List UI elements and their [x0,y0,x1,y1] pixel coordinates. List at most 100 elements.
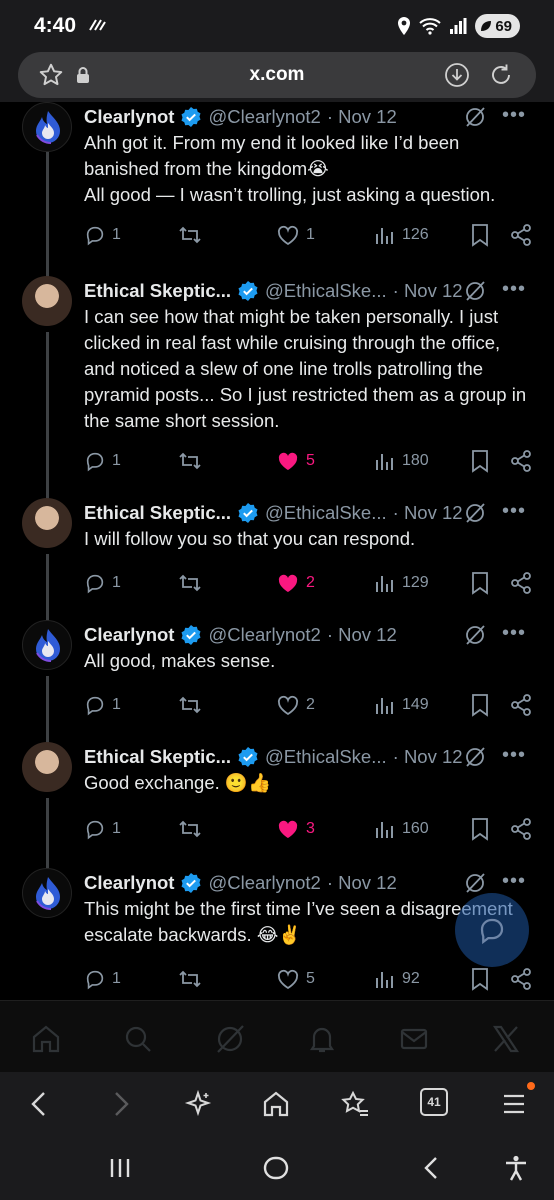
avatar[interactable] [22,498,72,548]
notifications-icon[interactable] [306,1023,338,1055]
views-button[interactable]: 126 [374,222,429,248]
post-date[interactable]: · Nov 12 [393,280,463,302]
post-date[interactable]: · Nov 12 [327,872,397,894]
heart-outline-icon [277,225,299,246]
views-button[interactable]: 180 [374,448,429,474]
reply-button[interactable]: 1 [84,816,121,842]
reload-icon[interactable] [488,62,514,88]
x-logo-icon[interactable] [490,1023,522,1055]
reply-button[interactable]: 1 [84,448,121,474]
post-actions: 1 1 126 [84,222,544,248]
bookmark-icon[interactable] [470,966,490,992]
reply-button[interactable]: 1 [84,966,121,992]
repost-button[interactable] [178,570,202,596]
views-button[interactable]: 149 [374,692,429,718]
repost-button[interactable] [178,222,202,248]
bookmarks-icon[interactable] [340,1090,370,1118]
author-name[interactable]: Ethical Skeptic... [84,746,231,768]
bookmark-icon[interactable] [470,816,490,842]
avatar[interactable] [22,742,72,792]
address-bar[interactable]: x.com [18,52,536,98]
home-icon[interactable] [30,1023,62,1055]
post-date[interactable]: · Nov 12 [393,746,463,768]
views-button[interactable]: 160 [374,816,429,842]
author-handle[interactable]: @EthicalSke... [265,746,387,768]
author-name[interactable]: Clearlynot [84,624,174,646]
more-options-icon[interactable]: ••• [502,104,526,127]
search-icon[interactable] [122,1023,154,1055]
ai-sparkle-icon[interactable] [184,1090,212,1118]
share-icon[interactable] [510,222,532,248]
share-icon[interactable] [510,692,532,718]
share-icon[interactable] [510,448,532,474]
conversation-feed[interactable]: Clearlynot @Clearlynot2 · Nov 12 ••• Ahh… [0,102,554,1000]
recent-apps-icon[interactable] [106,1154,134,1182]
more-options-icon[interactable]: ••• [502,870,526,893]
grok-tab-icon[interactable] [214,1023,246,1055]
author-handle[interactable]: @EthicalSke... [265,280,387,302]
like-button[interactable]: 3 [276,816,315,842]
like-button[interactable]: 2 [276,692,315,718]
avatar[interactable] [22,102,72,152]
author-name[interactable]: Ethical Skeptic... [84,280,231,302]
grok-icon[interactable] [464,502,486,524]
author-handle[interactable]: @Clearlynot2 [208,872,320,894]
bookmark-icon[interactable] [470,448,490,474]
browser-home-icon[interactable] [262,1090,290,1118]
post-date[interactable]: · Nov 12 [393,502,463,524]
like-button[interactable]: 2 [276,570,315,596]
like-button[interactable]: 5 [276,448,315,474]
grok-icon[interactable] [464,746,486,768]
forward-icon[interactable] [106,1090,134,1118]
bookmark-icon[interactable] [470,692,490,718]
post-date[interactable]: · Nov 12 [327,106,397,128]
accessibility-icon[interactable] [502,1154,530,1182]
author-name[interactable]: Ethical Skeptic... [84,502,231,524]
more-options-icon[interactable]: ••• [502,278,526,301]
author-handle[interactable]: @Clearlynot2 [208,624,320,646]
author-handle[interactable]: @EthicalSke... [265,502,387,524]
reply-button[interactable]: 1 [84,222,121,248]
system-back-icon[interactable] [418,1154,446,1182]
author-name[interactable]: Clearlynot [84,872,174,894]
back-icon[interactable] [26,1090,54,1118]
repost-button[interactable] [178,448,202,474]
bookmark-icon[interactable] [470,570,490,596]
share-icon[interactable] [510,570,532,596]
post-date[interactable]: · Nov 12 [327,624,397,646]
repost-button[interactable] [178,692,202,718]
more-options-icon[interactable]: ••• [502,622,526,645]
compose-reply-button[interactable] [455,893,529,967]
heart-filled-icon [278,574,298,592]
thread-line [46,798,49,868]
grok-icon[interactable] [464,106,486,128]
avatar[interactable] [22,868,72,918]
grok-icon[interactable] [464,872,486,894]
reply-button[interactable]: 1 [84,692,121,718]
repost-button[interactable] [178,816,202,842]
views-button[interactable]: 92 [374,966,420,992]
reply-count: 1 [112,820,121,837]
repost-button[interactable] [178,966,202,992]
more-options-icon[interactable]: ••• [502,744,526,767]
reply-button[interactable]: 1 [84,570,121,596]
home-button-icon[interactable] [262,1154,290,1182]
messages-icon[interactable] [398,1023,430,1055]
more-options-icon[interactable]: ••• [502,500,526,523]
avatar[interactable] [22,620,72,670]
grok-icon[interactable] [464,624,486,646]
share-icon[interactable] [510,966,532,992]
author-handle[interactable]: @Clearlynot2 [208,106,320,128]
tabs-button[interactable]: 41 [420,1088,448,1116]
like-button[interactable]: 1 [276,222,315,248]
repost-icon [179,226,201,244]
grok-icon[interactable] [464,280,486,302]
share-icon[interactable] [510,816,532,842]
download-icon[interactable] [444,62,470,88]
bookmark-icon[interactable] [470,222,490,248]
views-button[interactable]: 129 [374,570,429,596]
menu-icon[interactable] [500,1090,528,1118]
avatar[interactable] [22,276,72,326]
like-button[interactable]: 5 [276,966,315,992]
author-name[interactable]: Clearlynot [84,106,174,128]
